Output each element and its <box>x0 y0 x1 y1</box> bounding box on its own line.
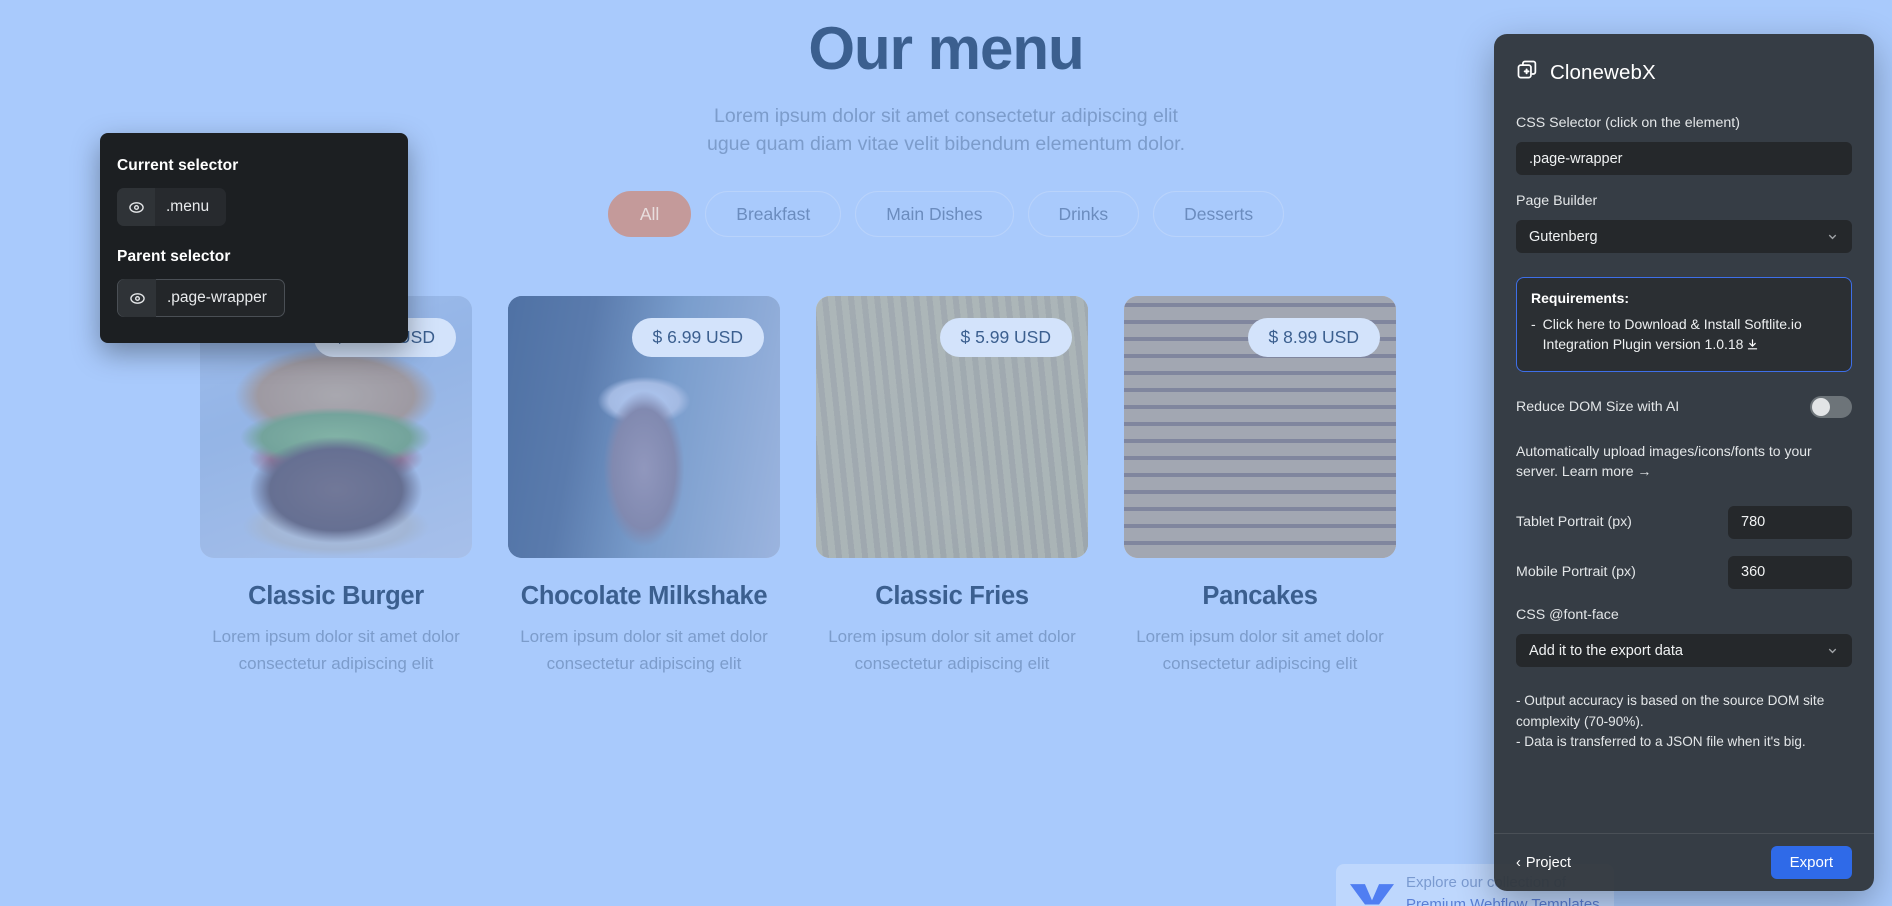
card-description: Lorem ipsum dolor sit amet dolor consect… <box>1124 623 1396 677</box>
page-builder-value: Gutenberg <box>1529 228 1598 245</box>
filter-pill-breakfast[interactable]: Breakfast <box>705 191 842 238</box>
reduce-dom-toggle[interactable] <box>1810 396 1852 419</box>
requirements-text: Click here to Download & Install Softlit… <box>1543 315 1837 357</box>
menu-card[interactable]: $ 8.99 USD Pancakes Lorem ipsum dolor si… <box>1124 296 1396 677</box>
webflow-logo-icon <box>1350 884 1394 905</box>
css-selector-input[interactable]: .page-wrapper <box>1516 142 1852 176</box>
card-title: Classic Burger <box>248 582 424 610</box>
tooltip-spacer <box>100 226 408 248</box>
current-selector-value: .menu <box>166 198 210 215</box>
current-selector-label: Current selector <box>117 157 239 174</box>
card-description-line1: Lorem ipsum dolor sit amet dolor <box>520 627 768 646</box>
page-builder-label: Page Builder <box>1516 193 1598 210</box>
card-media: $ 8.99 USD <box>1124 296 1396 558</box>
filter-pill-desserts[interactable]: Desserts <box>1153 191 1285 238</box>
card-title: Classic Fries <box>875 582 1029 610</box>
panel-brand: ClonewebX <box>1516 59 1852 87</box>
requirements-link[interactable]: Click here to Download & Install Softlit… <box>1543 316 1802 352</box>
filter-pill-main-dishes[interactable]: Main Dishes <box>855 191 1014 238</box>
reduce-dom-row: Reduce DOM Size with AI <box>1516 396 1852 419</box>
card-description: Lorem ipsum dolor sit amet dolor consect… <box>816 623 1088 677</box>
fineprint: - Output accuracy is based on the source… <box>1516 691 1852 753</box>
price-badge: $ 6.99 USD <box>631 318 764 357</box>
font-face-value: Add it to the export data <box>1529 642 1683 659</box>
requirements-dash: - <box>1531 316 1536 333</box>
reduce-dom-label: Reduce DOM Size with AI <box>1516 398 1680 415</box>
tablet-portrait-input[interactable]: 780 <box>1728 505 1852 539</box>
clone-layers-icon <box>1516 59 1539 87</box>
parent-selector-value: .page-wrapper <box>167 289 267 306</box>
card-media: $ 5.99 USD <box>816 296 1088 558</box>
panel-brand-name: ClonewebX <box>1550 61 1656 84</box>
font-face-select[interactable]: Add it to the export data <box>1516 634 1852 668</box>
mobile-portrait-input[interactable]: 360 <box>1728 555 1852 589</box>
css-selector-label: CSS Selector (click on the element) <box>1516 115 1740 131</box>
card-description-line2: consectetur adipiscing elit <box>854 654 1050 674</box>
mobile-portrait-label: Mobile Portrait (px) <box>1516 563 1636 580</box>
parent-selector-chip[interactable]: .page-wrapper <box>117 279 285 317</box>
filter-pill-drinks[interactable]: Drinks <box>1027 191 1140 238</box>
menu-card[interactable]: $ 6.99 USD Chocolate Milkshake Lorem ips… <box>508 296 780 677</box>
selector-tooltip: Current selector .menu Parent selector .… <box>100 133 408 343</box>
card-description: Lorem ipsum dolor sit amet dolor consect… <box>508 623 780 677</box>
requirements-box: Requirements: - Click here to Download &… <box>1516 277 1852 373</box>
panel-body: ClonewebX CSS Selector (click on the ele… <box>1494 34 1874 833</box>
card-description-line2: consectetur adipiscing elit <box>546 654 742 674</box>
card-description: Lorem ipsum dolor sit amet dolor consect… <box>200 623 472 677</box>
current-selector-chip[interactable]: .menu <box>117 188 227 226</box>
card-title: Pancakes <box>1202 582 1318 610</box>
menu-card[interactable]: $ 5.99 USD Classic Fries Lorem ipsum dol… <box>816 296 1088 677</box>
eye-icon[interactable] <box>117 188 155 226</box>
parent-selector-label: Parent selector <box>117 248 231 265</box>
webflow-templates-link[interactable]: Premium Webflow Templates <box>1406 896 1600 906</box>
tablet-portrait-label: Tablet Portrait (px) <box>1516 513 1632 530</box>
toggle-knob <box>1812 398 1830 417</box>
card-description-line1: Lorem ipsum dolor sit amet dolor <box>1136 627 1384 646</box>
price-badge: $ 5.99 USD <box>939 318 1072 357</box>
card-description-line1: Lorem ipsum dolor sit amet dolor <box>212 627 460 646</box>
fineprint-line2: - Data is transferred to a JSON file whe… <box>1516 734 1806 750</box>
filter-pill-all[interactable]: All <box>607 191 692 238</box>
chevron-down-icon <box>1826 230 1839 243</box>
card-media: $ 6.99 USD <box>508 296 780 558</box>
fineprint-line1: - Output accuracy is based on the source… <box>1516 693 1825 729</box>
card-description-line1: Lorem ipsum dolor sit amet dolor <box>828 627 1076 646</box>
card-description-line2: consectetur adipiscing elit <box>238 654 434 674</box>
requirements-item[interactable]: - Click here to Download & Install Softl… <box>1531 315 1837 357</box>
back-to-project-link[interactable]: ‹ Project <box>1516 855 1571 871</box>
clonewebx-panel: ClonewebX CSS Selector (click on the ele… <box>1494 34 1874 891</box>
panel-footer: ‹ Project Export <box>1494 833 1874 891</box>
font-face-label: CSS @font-face <box>1516 606 1619 623</box>
back-to-project-label: Project <box>1525 854 1571 871</box>
eye-icon[interactable] <box>118 279 156 317</box>
page-builder-select[interactable]: Gutenberg <box>1516 220 1852 254</box>
upload-note[interactable]: Automatically upload images/icons/fonts … <box>1516 442 1852 482</box>
requirements-title: Requirements: <box>1531 290 1630 307</box>
chevron-left-icon: ‹ <box>1516 854 1521 871</box>
chevron-down-icon <box>1826 644 1839 657</box>
screen: Our menu Lorem ipsum dolor sit amet cons… <box>0 0 1892 906</box>
download-icon[interactable] <box>1746 337 1759 357</box>
card-description-line2: consectetur adipiscing elit <box>1162 654 1358 674</box>
export-button[interactable]: Export <box>1770 846 1852 879</box>
menu-card[interactable]: $ 10.99 USD Classic Burger Lorem ipsum d… <box>200 296 472 677</box>
menu-card-list: $ 10.99 USD Classic Burger Lorem ipsum d… <box>200 296 1396 677</box>
mobile-portrait-row: Mobile Portrait (px) 360 <box>1516 555 1852 589</box>
price-badge: $ 8.99 USD <box>1247 318 1380 357</box>
tablet-portrait-row: Tablet Portrait (px) 780 <box>1516 505 1852 539</box>
card-title: Chocolate Milkshake <box>520 582 768 610</box>
